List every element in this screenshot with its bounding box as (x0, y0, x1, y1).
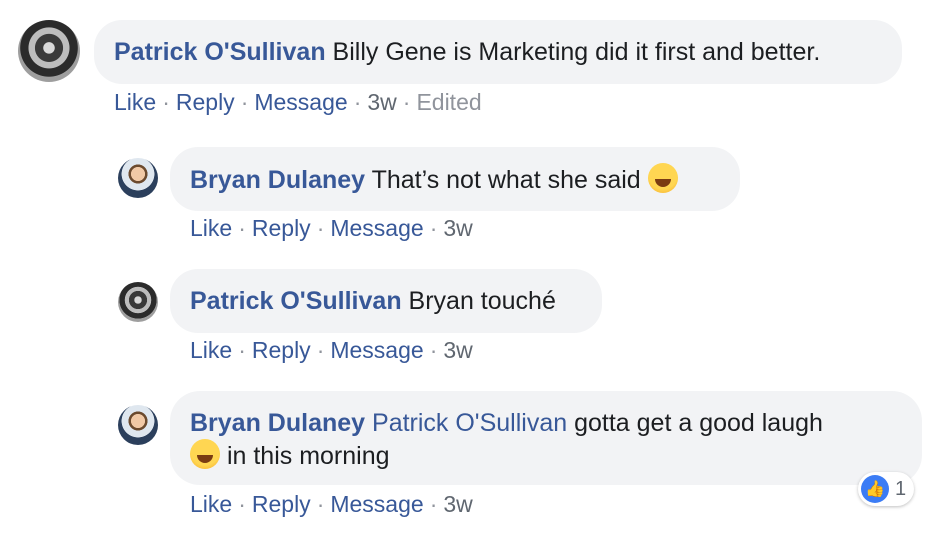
reply-link[interactable]: Reply (252, 215, 311, 241)
comment-line: Bryan Dulaney Patrick O'Sullivan gotta g… (190, 407, 902, 439)
timestamp[interactable]: 3w (367, 89, 396, 115)
comment-text: That’s not what she said (371, 166, 641, 194)
reply-link[interactable]: Reply (252, 491, 311, 517)
reaction-count: 1 (895, 477, 907, 500)
reply-link[interactable]: Reply (176, 89, 235, 115)
comment-bubble: Bryan Dulaney Patrick O'Sullivan gotta g… (170, 391, 922, 485)
message-link[interactable]: Message (330, 491, 423, 517)
comment-text: gotta get a good laugh (574, 409, 823, 437)
like-link[interactable]: Like (190, 337, 232, 363)
message-link[interactable]: Message (330, 215, 423, 241)
like-link[interactable]: Like (190, 491, 232, 517)
avatar[interactable] (18, 20, 80, 82)
comment-bubble: Patrick O'Sullivan Billy Gene is Marketi… (94, 20, 902, 84)
comment-line: in this morning (190, 439, 902, 472)
edited-label[interactable]: Edited (416, 89, 481, 115)
author-name[interactable]: Patrick O'Sullivan (114, 38, 326, 66)
avatar[interactable] (118, 405, 158, 445)
reaction-summary[interactable]: 👍 1 (858, 472, 915, 506)
author-name[interactable]: Patrick O'Sullivan (190, 287, 402, 315)
comment-bubble: Bryan Dulaney That’s not what she said (170, 147, 740, 211)
comment-actions: Like · Reply · Message · 3w (190, 337, 473, 363)
message-link[interactable]: Message (330, 337, 423, 363)
like-link[interactable]: Like (114, 89, 156, 115)
comment-text: Billy Gene is Marketing did it first and… (332, 38, 821, 66)
thumbs-up-icon: 👍 (861, 475, 889, 503)
message-link[interactable]: Message (254, 89, 347, 115)
rolling-on-floor-laughing-emoji-icon (647, 163, 678, 193)
timestamp[interactable]: 3w (443, 215, 472, 241)
comment-bubble: Patrick O'Sullivan Bryan touché (170, 269, 602, 333)
reply-link[interactable]: Reply (252, 337, 311, 363)
avatar[interactable] (118, 158, 158, 198)
author-name[interactable]: Bryan Dulaney (190, 409, 365, 437)
timestamp[interactable]: 3w (443, 491, 472, 517)
comment-actions: Like · Reply · Message · 3w (190, 491, 473, 517)
avatar[interactable] (118, 282, 158, 322)
mention-link[interactable]: Patrick O'Sullivan (372, 409, 567, 437)
comment-text: in this morning (226, 442, 390, 470)
comment-actions: Like · Reply · Message · 3w · Edited (114, 89, 482, 115)
timestamp[interactable]: 3w (443, 337, 472, 363)
comment-actions: Like · Reply · Message · 3w (190, 215, 473, 241)
grinning-squinting-emoji-icon (190, 439, 220, 469)
comment-text: Bryan touché (408, 287, 556, 315)
author-name[interactable]: Bryan Dulaney (190, 166, 365, 194)
like-link[interactable]: Like (190, 215, 232, 241)
